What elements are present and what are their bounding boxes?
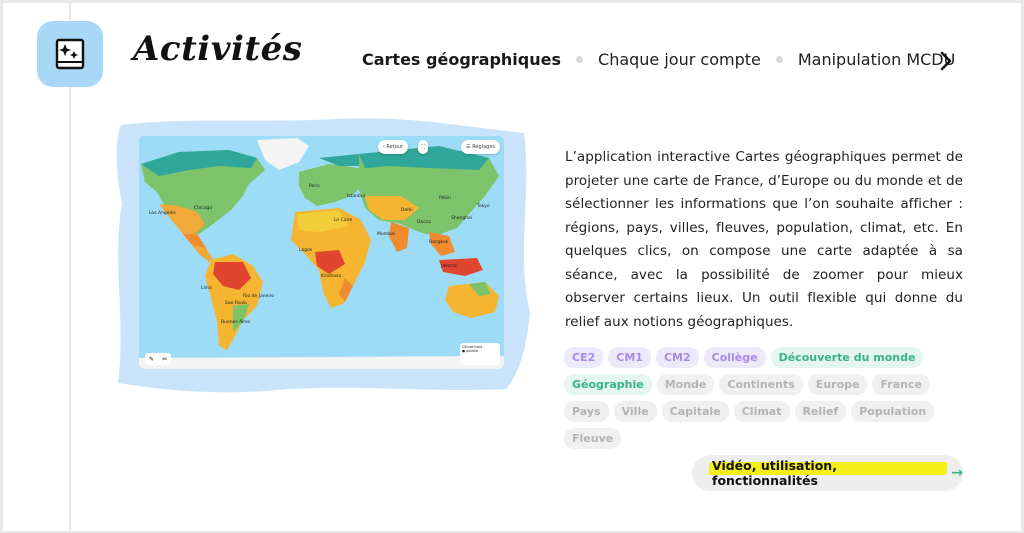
tag-keyword[interactable]: Relief (794, 401, 847, 422)
map-label-paris: Paris (309, 184, 320, 189)
map-settings-label: Réglages (472, 144, 495, 150)
map-label-lagos: Lagos (299, 248, 313, 253)
tag-level[interactable]: CM2 (655, 347, 699, 368)
tab-separator (576, 56, 584, 63)
map-label-delhi: Delhi (401, 208, 413, 213)
map-legend: Climat froid ● polaire (460, 343, 500, 365)
page-frame: Activités Cartes géographiques Chaque jo… (3, 3, 1021, 531)
tab-manipulation-mcdu[interactable]: Manipulation MCDU (798, 50, 955, 69)
map-legend-item: ● polaire (462, 349, 479, 353)
tab-cartes-geographiques[interactable]: Cartes géographiques (362, 50, 562, 74)
map-label-dacca: Dacca (417, 220, 431, 225)
tag-theme[interactable]: Découverte du monde (770, 347, 924, 368)
map-label-mumbai: Mumbai (377, 232, 395, 237)
map-label-jakarta: Jakarta (441, 264, 457, 269)
video-usage-button[interactable]: Vidéo, utilisation, fonctionnalités → (692, 455, 963, 491)
tag-keyword[interactable]: Climat (733, 401, 790, 422)
tag-keyword[interactable]: Fleuve (564, 428, 622, 449)
tag-keyword[interactable]: Ville (613, 401, 657, 422)
map-label-tokyo: Tokyo (477, 204, 490, 209)
map-legend-item-label: polaire (466, 349, 479, 353)
video-usage-text: Vidéo, utilisation, fonctionnalités (712, 458, 837, 488)
map-label-sao-paulo: Sao Paulo (225, 301, 247, 306)
map-label-le-caire: Le Caire (334, 218, 353, 223)
map-fullscreen-button[interactable]: ⛶ (418, 140, 428, 154)
tag-level[interactable]: CE2 (564, 347, 604, 368)
page-title: Activités (133, 29, 303, 69)
map-label-rio: Rio de Janeiro (243, 294, 275, 299)
climate-world-map (139, 136, 504, 369)
map-label-buenos-aires: Buenos Aires (221, 320, 251, 325)
tab-separator (775, 56, 783, 63)
map-label-istanbul: Istanbul (347, 194, 366, 199)
fullscreen-icon: ⛶ (421, 144, 425, 150)
map-preview: ‹ Retour ⛶ ☰ Réglages Los Angeles Chicag… (106, 113, 536, 395)
book-sparkle-icon (55, 38, 85, 70)
chevron-right-icon (940, 51, 952, 71)
tag-keyword[interactable]: Europe (807, 374, 868, 395)
map-label-kinshasa: Kinshasa (321, 274, 342, 279)
tab-chaque-jour-compte[interactable]: Chaque jour compte (598, 50, 761, 69)
map-label-bangkok: Bangkok (429, 240, 449, 245)
map-back-button[interactable]: ‹ Retour (377, 140, 408, 154)
next-tabs-button[interactable] (939, 50, 953, 76)
tag-keyword[interactable]: France (872, 374, 930, 395)
activity-description: L’application interactive Cartes géograp… (565, 149, 963, 330)
category-tabs: Cartes géographiques Chaque jour compte … (362, 50, 955, 74)
world-map-screenshot: ‹ Retour ⛶ ☰ Réglages Los Angeles Chicag… (139, 136, 504, 369)
tag-level[interactable]: Collège (703, 347, 766, 368)
tag-keyword[interactable]: Population (851, 401, 935, 422)
map-label-shanghai: Shanghai (451, 216, 473, 221)
draw-tool-icon[interactable]: ✎ (149, 356, 154, 363)
map-label-pekin: Pékin (439, 196, 452, 201)
tag-keyword[interactable]: Monde (656, 374, 715, 395)
app-icon (37, 21, 103, 87)
map-label-lima: Lima (201, 286, 212, 291)
arrow-right-icon: → (951, 465, 963, 481)
map-tools[interactable]: ✎ ✂ (145, 353, 171, 365)
map-settings-button[interactable]: ☰ Réglages (461, 140, 500, 154)
map-label-chicago: Chicago (194, 206, 213, 211)
tag-theme[interactable]: Géographie (564, 374, 652, 395)
tag-keyword[interactable]: Capitale (661, 401, 729, 422)
map-back-label: Retour (386, 144, 403, 150)
map-label-los-angeles: Los Angeles (149, 211, 176, 216)
tag-level[interactable]: CM1 (608, 347, 651, 368)
video-usage-label: Vidéo, utilisation, fonctionnalités (712, 458, 943, 488)
tag-keyword[interactable]: Continents (719, 374, 803, 395)
eraser-tool-icon[interactable]: ✂ (162, 356, 167, 363)
tag-list: CE2 CM1 CM2 Collège Découverte du monde … (564, 347, 974, 455)
tag-keyword[interactable]: Pays (564, 401, 609, 422)
